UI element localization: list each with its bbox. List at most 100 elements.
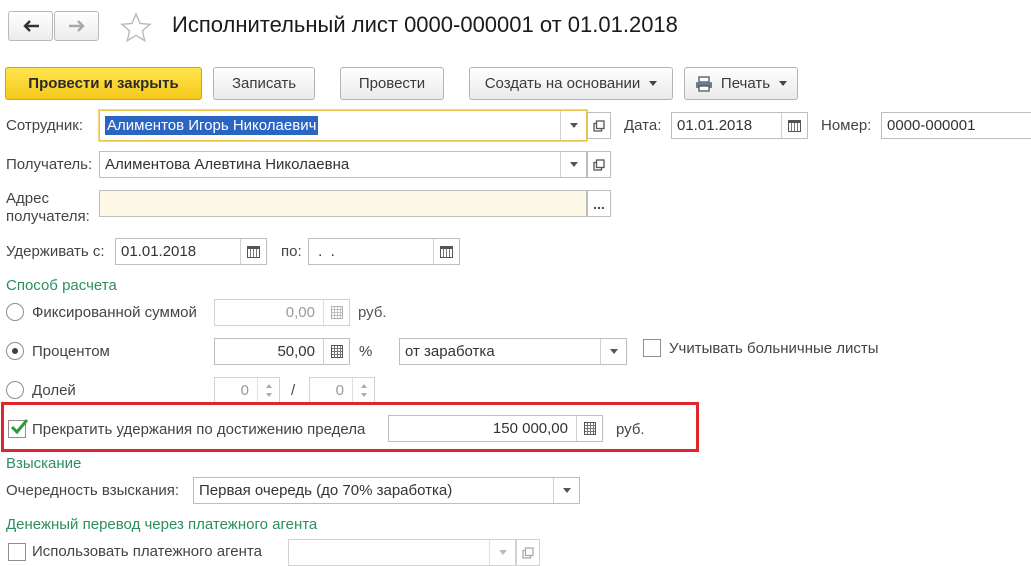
fixed-sum-radio[interactable] bbox=[6, 303, 24, 321]
calculation-section-title: Способ расчета bbox=[6, 277, 117, 294]
number-input[interactable]: 0000-000001 bbox=[881, 112, 1031, 139]
limit-value: 150 000,00 bbox=[492, 420, 568, 437]
recipient-value: Алиментова Алевтина Николаевна bbox=[105, 156, 350, 173]
withhold-to-value: . . bbox=[314, 243, 335, 260]
payment-agent-select[interactable] bbox=[288, 539, 516, 566]
percent-input[interactable]: 50,00 bbox=[214, 338, 350, 365]
recipient-dropdown-button[interactable] bbox=[560, 152, 586, 177]
arrow-right-icon bbox=[68, 20, 85, 32]
fixed-sum-value: 0,00 bbox=[285, 304, 315, 321]
date-input[interactable]: 01.01.2018 bbox=[671, 112, 808, 139]
fixed-sum-label: Фиксированной суммой bbox=[32, 304, 197, 321]
date-value: 01.01.2018 bbox=[677, 117, 753, 134]
transfer-section-title: Денежный перевод через платежного агента bbox=[6, 516, 318, 533]
forward-button[interactable] bbox=[54, 11, 99, 41]
spinner-arrows-icon[interactable] bbox=[352, 378, 374, 403]
fixed-sum-input[interactable]: 0,00 bbox=[214, 299, 350, 326]
payment-agent-dropdown-button[interactable] bbox=[489, 540, 515, 565]
calculator-icon bbox=[583, 422, 596, 435]
recipient-open-button[interactable] bbox=[587, 151, 611, 178]
shares-label: Долей bbox=[32, 382, 76, 399]
withhold-from-value: 01.01.2018 bbox=[121, 243, 197, 260]
shares-denominator-input[interactable]: 0 bbox=[309, 377, 375, 404]
spinner-arrows-icon[interactable] bbox=[257, 378, 279, 403]
calendar-icon bbox=[247, 245, 260, 258]
employee-dropdown-button[interactable] bbox=[560, 111, 586, 140]
shares-denominator-value: 0 bbox=[335, 382, 344, 399]
withhold-to-input[interactable]: . . bbox=[308, 238, 460, 265]
calculator-icon bbox=[330, 306, 343, 319]
employee-input[interactable]: Алиментов Игорь Николаевич bbox=[99, 110, 587, 141]
withhold-to-calendar-button[interactable] bbox=[433, 239, 459, 264]
post-and-close-button[interactable]: Провести и закрыть bbox=[5, 67, 202, 100]
shares-separator: / bbox=[291, 382, 296, 399]
payment-agent-open-button[interactable] bbox=[516, 539, 540, 566]
use-agent-label: Использовать платежного агента bbox=[32, 543, 262, 560]
limit-calculator-button[interactable] bbox=[576, 416, 602, 441]
withhold-from-input[interactable]: 01.01.2018 bbox=[115, 238, 267, 265]
limit-input[interactable]: 150 000,00 bbox=[388, 415, 603, 442]
employee-value: Алиментов Игорь Николаевич bbox=[105, 116, 319, 135]
fixed-sum-calculator-button[interactable] bbox=[323, 300, 349, 325]
recipient-label: Получатель: bbox=[6, 156, 93, 173]
limit-unit: руб. bbox=[616, 421, 645, 438]
withhold-from-calendar-button[interactable] bbox=[240, 239, 266, 264]
dropdown-arrow-icon bbox=[498, 550, 507, 555]
address-input[interactable] bbox=[99, 190, 587, 217]
percent-label: Процентом bbox=[32, 343, 110, 360]
date-label: Дата: bbox=[624, 117, 662, 134]
checkmark-icon bbox=[10, 419, 29, 435]
print-button[interactable]: Печать bbox=[684, 67, 798, 100]
percent-radio[interactable] bbox=[6, 342, 24, 360]
percent-base-value: от заработка bbox=[405, 343, 495, 360]
employee-label: Сотрудник: bbox=[6, 117, 84, 134]
radio-selected-dot bbox=[12, 348, 18, 354]
shares-radio[interactable] bbox=[6, 381, 24, 399]
sick-leave-label: Учитывать больничные листы bbox=[669, 340, 879, 357]
chevron-down-icon bbox=[649, 81, 658, 86]
collection-order-dropdown-button[interactable] bbox=[553, 478, 579, 503]
favorite-star-icon[interactable] bbox=[120, 12, 152, 46]
percent-base-dropdown-button[interactable] bbox=[600, 339, 626, 364]
address-label-line2: получателя: bbox=[6, 208, 90, 225]
number-label: Номер: bbox=[821, 117, 872, 134]
address-label-line1: Адрес bbox=[6, 190, 49, 207]
employee-open-button[interactable] bbox=[587, 112, 611, 139]
open-icon bbox=[593, 158, 605, 171]
print-label: Печать bbox=[720, 75, 771, 92]
sick-leave-checkbox[interactable] bbox=[643, 339, 661, 357]
calendar-icon bbox=[440, 245, 453, 258]
chevron-down-icon bbox=[779, 81, 788, 86]
withhold-to-label: по: bbox=[281, 243, 302, 260]
recipient-input[interactable]: Алиментова Алевтина Николаевна bbox=[99, 151, 587, 178]
create-based-on-label: Создать на основании bbox=[484, 75, 641, 92]
open-icon bbox=[522, 546, 534, 559]
withhold-from-label: Удерживать с: bbox=[6, 243, 105, 260]
open-icon bbox=[593, 119, 605, 132]
arrow-left-icon bbox=[22, 20, 39, 32]
calendar-icon bbox=[788, 119, 801, 132]
percent-unit: % bbox=[359, 343, 373, 360]
printer-icon bbox=[695, 75, 712, 92]
create-based-on-button[interactable]: Создать на основании bbox=[469, 67, 673, 100]
percent-calculator-button[interactable] bbox=[323, 339, 349, 364]
date-calendar-button[interactable] bbox=[781, 113, 807, 138]
collection-section-title: Взыскание bbox=[6, 455, 82, 472]
address-select-button[interactable]: ... bbox=[587, 190, 611, 217]
dropdown-arrow-icon bbox=[569, 123, 578, 128]
collection-order-select[interactable]: Первая очередь (до 70% заработка) bbox=[193, 477, 580, 504]
dropdown-arrow-icon bbox=[569, 162, 578, 167]
save-button[interactable]: Записать bbox=[213, 67, 315, 100]
calculator-icon bbox=[330, 345, 343, 358]
use-agent-checkbox[interactable] bbox=[8, 543, 26, 561]
limit-checkbox[interactable] bbox=[8, 419, 29, 438]
dropdown-arrow-icon bbox=[562, 488, 571, 493]
percent-value: 50,00 bbox=[277, 343, 315, 360]
collection-order-value: Первая очередь (до 70% заработка) bbox=[199, 482, 453, 499]
post-button[interactable]: Провести bbox=[340, 67, 444, 100]
shares-numerator-value: 0 bbox=[240, 382, 249, 399]
shares-numerator-input[interactable]: 0 bbox=[214, 377, 280, 404]
dropdown-arrow-icon bbox=[609, 349, 618, 354]
percent-base-select[interactable]: от заработка bbox=[399, 338, 627, 365]
back-button[interactable] bbox=[8, 11, 53, 41]
